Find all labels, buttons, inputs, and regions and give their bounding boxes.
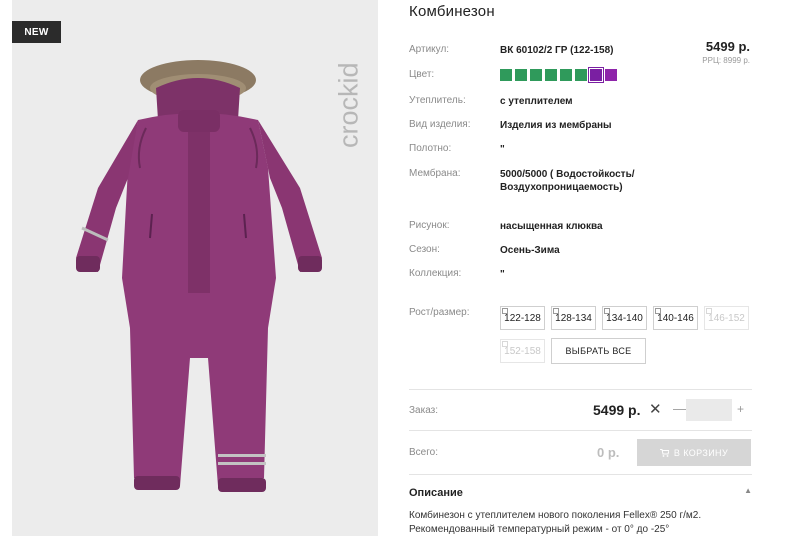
size-checkbox[interactable] (502, 308, 508, 314)
size-label: 122-128 (504, 312, 541, 324)
color-swatch[interactable] (605, 69, 617, 81)
size-option-128-134[interactable]: 128-134 (551, 306, 596, 330)
size-option-122-128[interactable]: 122-128 (500, 306, 545, 330)
product-image-panel: NEW crockid (12, 0, 378, 536)
size-label: 152-158 (504, 345, 541, 357)
chevron-up-icon[interactable]: ▲ (744, 486, 752, 495)
spec-value-insulation: с утеплителем (500, 96, 573, 107)
color-swatch[interactable] (530, 69, 542, 81)
times-icon: ✕ (649, 401, 662, 418)
description-title: Описание (409, 487, 463, 499)
spec-value-membrane: 5000/5000 ( Водостойкость/ Воздухопрониц… (500, 169, 635, 193)
color-swatches (500, 67, 617, 83)
divider (409, 474, 752, 475)
quantity-decrease-button[interactable]: — (673, 401, 686, 416)
size-checkbox (502, 341, 508, 347)
quantity-increase-button[interactable]: + (737, 402, 744, 416)
color-swatch[interactable] (588, 67, 604, 83)
spec-label-pattern: Рисунок: (409, 220, 450, 231)
spec-value-article: ВК 60102/2 ГР (122-158) (500, 45, 614, 56)
spec-label-color: Цвет: (409, 69, 435, 80)
description-line: Комбинезон с утеплителем нового поколени… (409, 510, 702, 521)
color-swatch[interactable] (575, 69, 587, 81)
color-swatch[interactable] (560, 69, 572, 81)
size-checkbox[interactable] (655, 308, 661, 314)
zipper-placket (188, 118, 210, 293)
size-checkbox (706, 308, 712, 314)
color-swatch[interactable] (515, 69, 527, 81)
order-price: 5499 р. (593, 402, 641, 418)
size-option-134-140[interactable]: 134-140 (602, 306, 647, 330)
brand-logo: crockid (334, 18, 364, 148)
spec-value-season: Осень-Зима (500, 245, 560, 256)
spec-label-collection: Коллекция: (409, 268, 462, 279)
description-line: Рекомендованный температурный режим - от… (409, 524, 670, 535)
divider (409, 389, 752, 390)
size-option-152-158: 152-158 (500, 339, 545, 363)
size-label: 140-146 (657, 312, 694, 324)
color-swatch[interactable] (500, 69, 512, 81)
color-swatch[interactable] (545, 69, 557, 81)
spec-label-season: Сезон: (409, 244, 440, 255)
spec-value-fabric: " (500, 144, 505, 155)
spec-value-product-type: Изделия из мембраны (500, 120, 612, 131)
spec-label-insulation: Утеплитель: (409, 95, 466, 106)
spec-label-article: Артикул: (409, 44, 450, 55)
product-details: Комбинезон 5499 р. РРЦ: 8999 р. Артикул:… (409, 0, 754, 536)
spec-value-pattern: насыщенная клюква (500, 221, 603, 232)
size-checkbox[interactable] (553, 308, 559, 314)
spec-label-fabric: Полотно: (409, 143, 452, 154)
add-to-cart-label: В КОРЗИНУ (673, 447, 729, 458)
select-all-sizes-button[interactable]: ВЫБРАТЬ ВСЕ (551, 338, 646, 364)
brand-logo-text: crockid (333, 62, 364, 148)
product-price: 5499 р. (705, 39, 750, 54)
spec-label-membrane: Мембрана: (409, 168, 461, 179)
total-value: 0 р. (597, 445, 620, 460)
product-photo[interactable] (68, 58, 324, 508)
size-option-146-152: 146-152 (704, 306, 749, 330)
size-label: 146-152 (708, 312, 745, 324)
spec-label-size: Рост/размер: (409, 307, 470, 318)
divider (409, 430, 752, 431)
product-title: Комбинезон (409, 3, 495, 20)
total-label: Всего: (409, 447, 438, 458)
description-text: Комбинезон с утеплителем нового поколени… (409, 509, 749, 536)
add-to-cart-button[interactable]: В КОРЗИНУ (637, 439, 751, 466)
order-label: Заказ: (409, 405, 439, 416)
spec-label-product-type: Вид изделия: (409, 119, 471, 130)
size-label: 128-134 (555, 312, 592, 324)
size-option-140-146[interactable]: 140-146 (653, 306, 698, 330)
size-label: 134-140 (606, 312, 643, 324)
size-checkbox[interactable] (604, 308, 610, 314)
quantity-input[interactable] (686, 399, 732, 421)
new-badge: NEW (12, 21, 61, 43)
cart-icon (659, 448, 669, 457)
product-rrp: РРЦ: 8999 р. (702, 56, 750, 65)
spec-value-collection: " (500, 269, 505, 280)
